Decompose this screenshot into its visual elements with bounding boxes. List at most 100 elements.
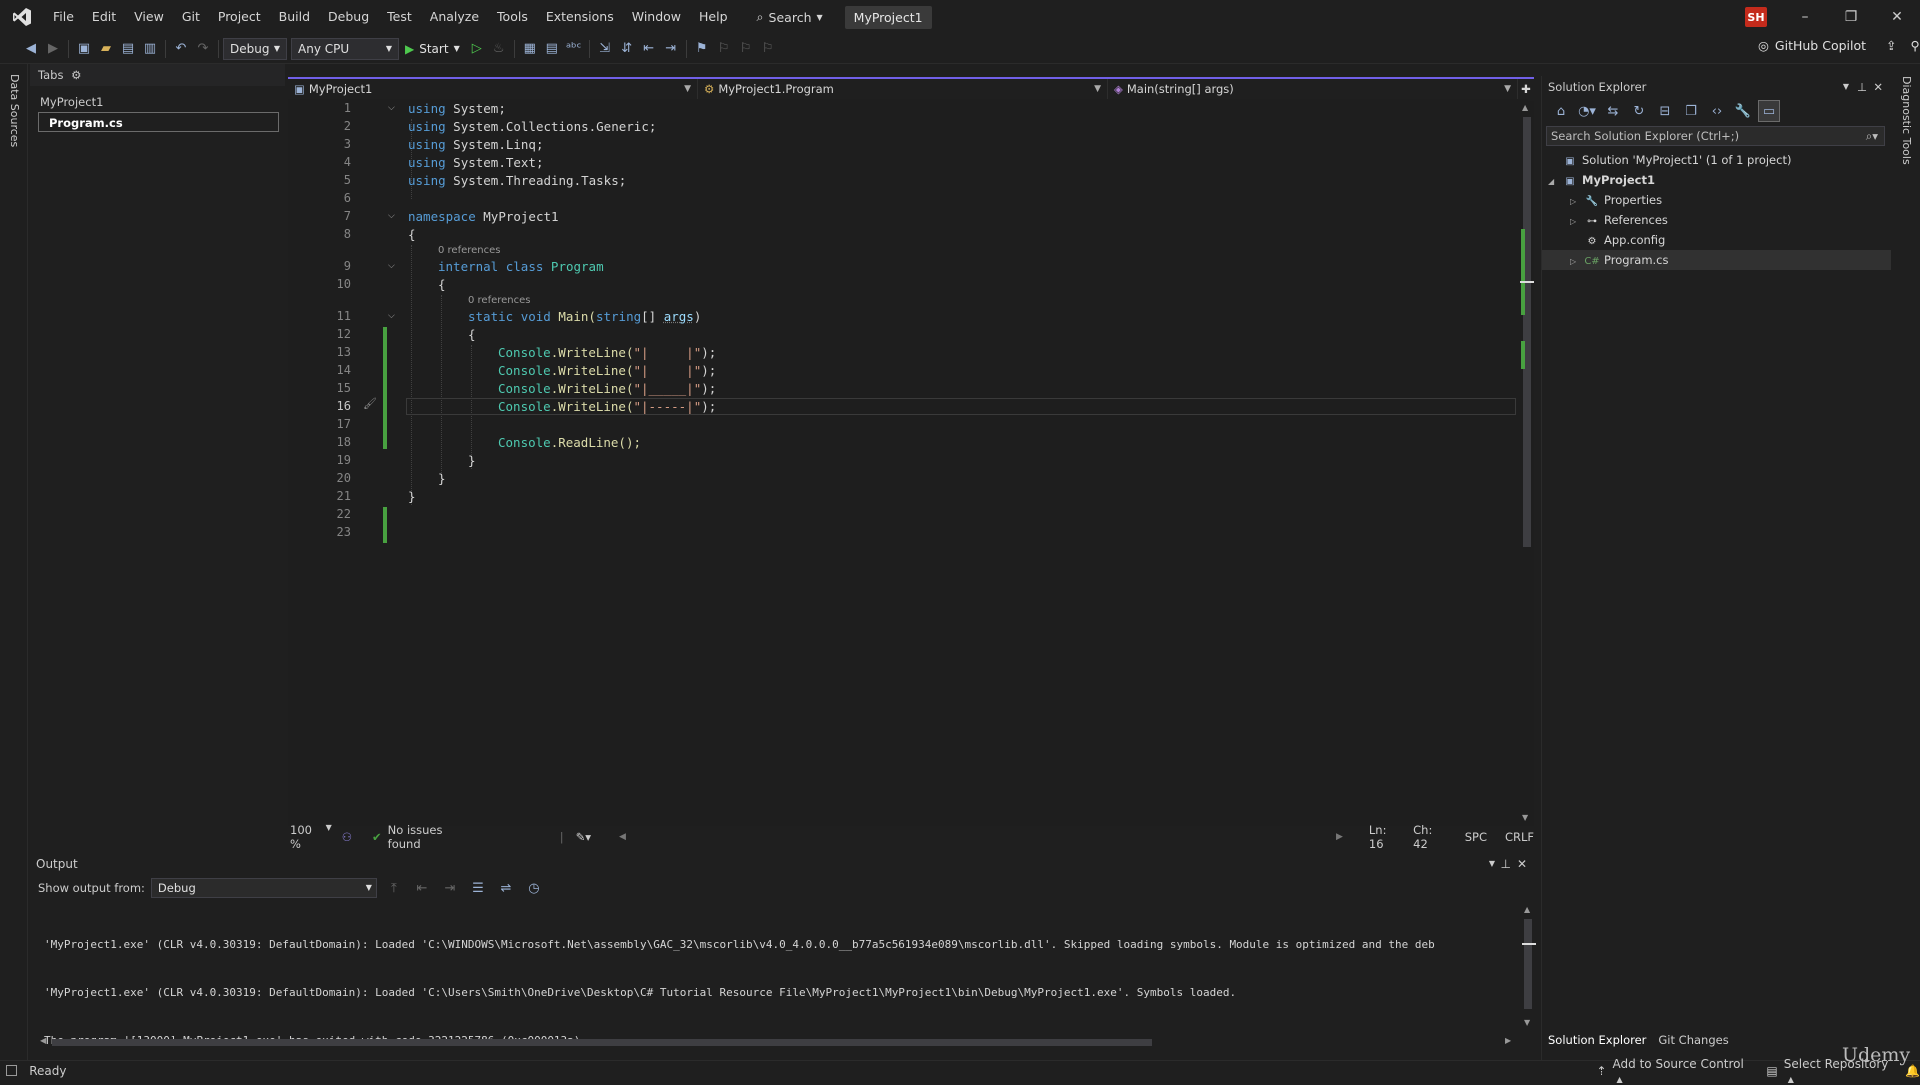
gear-icon[interactable]: ⚙	[71, 68, 81, 82]
toggle-word-wrap-icon[interactable]: ⇌	[495, 877, 517, 899]
scroll-thumb[interactable]	[1524, 919, 1532, 1009]
save-icon[interactable]: ▤	[117, 38, 139, 60]
step-over-icon[interactable]: ⇵	[616, 38, 638, 60]
expand-icon[interactable]: ▷	[1570, 252, 1584, 272]
platform-dropdown[interactable]: Any CPU ▼	[291, 37, 399, 60]
start-without-debugging-icon[interactable]: ▷	[466, 38, 488, 60]
chevron-down-icon[interactable]: ▼	[1843, 76, 1849, 98]
browse-icon[interactable]: ▦	[519, 38, 541, 60]
menu-test[interactable]: Test	[378, 0, 421, 34]
undo-icon[interactable]: ↶	[170, 38, 192, 60]
chevron-down-icon[interactable]: ▼	[1489, 853, 1495, 875]
scroll-up-icon[interactable]: ▲	[1522, 103, 1528, 112]
scroll-up-icon[interactable]: ▲	[1524, 905, 1530, 914]
tree-item-references[interactable]: ▷ ⊶ References	[1542, 210, 1891, 230]
start-debugging-button[interactable]: ▶ Start ▼	[399, 42, 466, 56]
issues-status[interactable]: No issues found	[388, 823, 460, 851]
next-bookmark-icon[interactable]: ⚐	[735, 38, 757, 60]
codelens-references[interactable]: 0 references	[438, 245, 501, 256]
new-project-icon[interactable]: ▣	[73, 38, 95, 60]
close-icon[interactable]: ✕	[1517, 853, 1527, 875]
find-message-icon[interactable]: ⤒	[383, 877, 405, 899]
tab-program-cs[interactable]: Program.cs	[38, 112, 279, 132]
redo-icon[interactable]: ↷	[192, 38, 214, 60]
collapse-icon[interactable]: ⌵	[388, 103, 395, 113]
prev-bookmark-icon[interactable]: ⚐	[713, 38, 735, 60]
column-position[interactable]: Ch: 42	[1413, 823, 1443, 851]
scroll-left-icon[interactable]: ◀	[619, 832, 626, 842]
menu-debug[interactable]: Debug	[319, 0, 378, 34]
menu-window[interactable]: Window	[623, 0, 690, 34]
pin-icon[interactable]: ⊥	[1857, 76, 1867, 98]
expand-icon[interactable]: ▷	[1570, 212, 1584, 232]
search-icon[interactable]: ⌕▾	[1866, 127, 1878, 145]
whitespace-mode[interactable]: SPC	[1465, 830, 1487, 844]
zoom-dropdown[interactable]: 100 % ▼	[288, 823, 336, 851]
user-avatar[interactable]: SH	[1745, 7, 1767, 27]
line-position[interactable]: Ln: 16	[1369, 823, 1397, 851]
menu-tools[interactable]: Tools	[488, 0, 537, 34]
tab-git-changes[interactable]: Git Changes	[1652, 1030, 1734, 1052]
tree-item-program-cs[interactable]: ▷ C# Program.cs	[1542, 250, 1891, 270]
code-cleanup-icon[interactable]: ✎▾	[576, 830, 591, 844]
tree-project-node[interactable]: ◢ ▣ MyProject1	[1542, 170, 1891, 190]
preview-selected-icon[interactable]: ▭	[1758, 100, 1780, 122]
restore-button[interactable]: ❐	[1828, 0, 1874, 34]
navigate-back-icon[interactable]: ◀	[20, 38, 42, 60]
scroll-right-icon[interactable]: ▶	[1336, 832, 1343, 842]
open-file-icon[interactable]: ▰	[95, 38, 117, 60]
view-code-icon[interactable]: ‹›	[1706, 100, 1728, 122]
minimize-button[interactable]: –	[1782, 0, 1828, 34]
hot-reload-icon[interactable]: ♨	[488, 38, 510, 60]
configuration-dropdown[interactable]: Debug ▼	[223, 37, 287, 60]
show-all-files-icon[interactable]: ❐	[1680, 100, 1702, 122]
quick-actions-brush-icon[interactable]: 🖌	[363, 397, 377, 410]
collapse-icon[interactable]: ⌵	[388, 261, 395, 271]
menu-build[interactable]: Build	[270, 0, 319, 34]
scroll-left-icon[interactable]: ◀	[40, 1036, 46, 1045]
collapse-all-icon[interactable]: ⊟	[1654, 100, 1676, 122]
output-source-dropdown[interactable]: Debug ▼	[150, 878, 377, 898]
menu-help[interactable]: Help	[690, 0, 737, 34]
search-button[interactable]: ⌕ Search ▼	[747, 9, 833, 25]
member-nav-dropdown[interactable]: ◈ Main(string[] args) ▼	[1108, 79, 1518, 99]
step-into-icon[interactable]: ⇲	[594, 38, 616, 60]
outdent-icon[interactable]: ⇤	[638, 38, 660, 60]
editor-vertical-scrollbar[interactable]: ▲ ▼	[1520, 101, 1534, 826]
scroll-down-icon[interactable]: ▼	[1522, 813, 1528, 822]
menu-file[interactable]: File	[44, 0, 83, 34]
collapse-icon[interactable]: ⌵	[388, 211, 395, 221]
output-horizontal-scrollbar[interactable]: ◀ ▶	[40, 1036, 1515, 1048]
refresh-icon[interactable]: ↻	[1628, 100, 1650, 122]
properties-wrench-icon[interactable]: 🔧	[1732, 100, 1754, 122]
indent-icon[interactable]: ⇥	[660, 38, 682, 60]
project-nav-dropdown[interactable]: ▣ MyProject1 ▼	[288, 79, 698, 99]
menu-edit[interactable]: Edit	[83, 0, 125, 34]
line-ending-mode[interactable]: CRLF	[1505, 830, 1534, 844]
bookmark-icon[interactable]: ⚑	[691, 38, 713, 60]
menu-view[interactable]: View	[125, 0, 173, 34]
save-all-icon[interactable]: ▥	[139, 38, 161, 60]
expand-icon[interactable]: ▷	[1570, 192, 1584, 212]
clear-all-icon[interactable]: ☰	[467, 877, 489, 899]
intellicode-icon[interactable]: ⚇	[342, 830, 352, 844]
output-text[interactable]: 'MyProject1.exe' (CLR v4.0.30319: Defaul…	[44, 905, 1514, 1081]
split-editor-icon[interactable]: ✚	[1518, 79, 1534, 99]
expanded-icon[interactable]: ◢	[1548, 172, 1562, 192]
data-sources-tab[interactable]: Data Sources	[8, 74, 21, 147]
go-next-icon[interactable]: ⇥	[439, 877, 461, 899]
close-icon[interactable]: ✕	[1873, 76, 1883, 98]
tree-item-app-config[interactable]: ⚙ App.config	[1542, 230, 1891, 250]
solution-explorer-search-input[interactable]: Search Solution Explorer (Ctrl+;) ⌕▾	[1546, 126, 1885, 146]
menu-git[interactable]: Git	[173, 0, 209, 34]
scroll-right-icon[interactable]: ▶	[1505, 1036, 1511, 1045]
sync-views-icon[interactable]: ◔▾	[1576, 100, 1598, 122]
scroll-thumb[interactable]	[52, 1039, 1152, 1046]
layout-icon[interactable]: ▤	[541, 38, 563, 60]
home-icon[interactable]: ⌂	[1550, 100, 1572, 122]
close-window-button[interactable]: ✕	[1874, 0, 1920, 34]
spell-check-icon[interactable]: ᵃᵇᶜ	[563, 38, 585, 60]
timestamp-icon[interactable]: ◷	[523, 877, 545, 899]
go-previous-icon[interactable]: ⇤	[411, 877, 433, 899]
tree-solution-node[interactable]: ▣ Solution 'MyProject1' (1 of 1 project)	[1542, 150, 1891, 170]
